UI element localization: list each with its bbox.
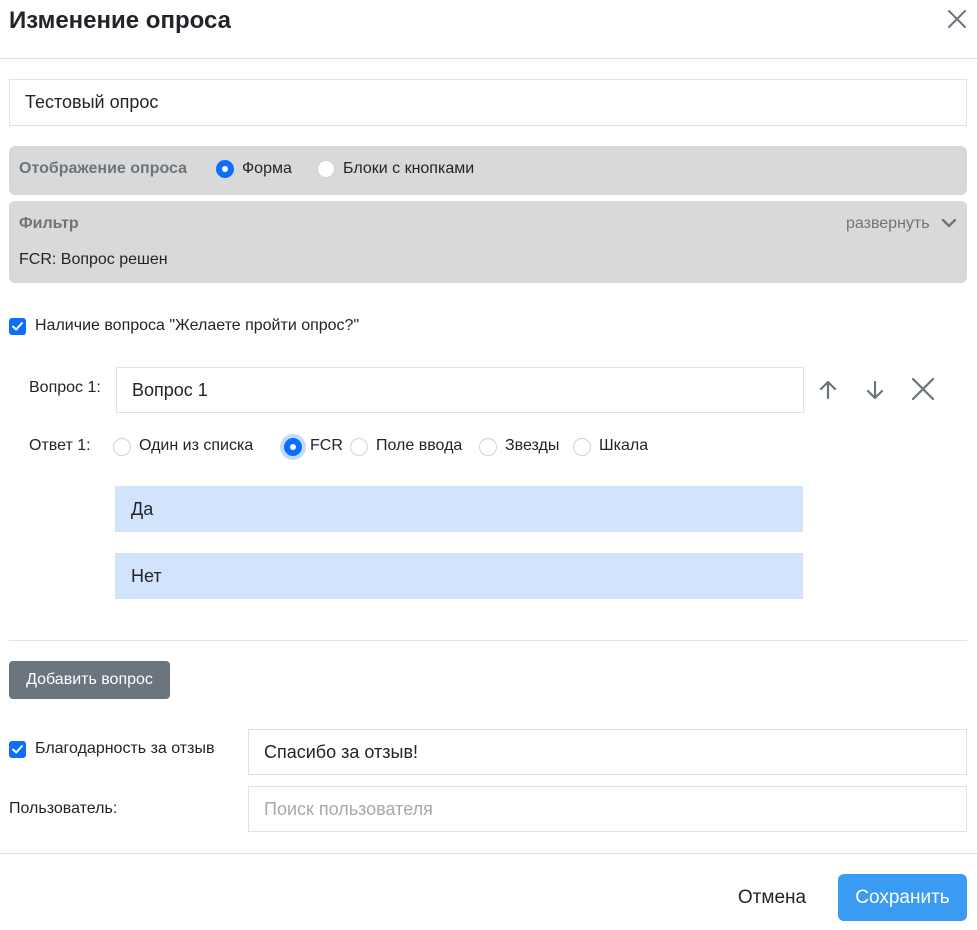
user-label: Пользователь: bbox=[9, 800, 118, 817]
add-question-button[interactable]: Добавить вопрос bbox=[9, 661, 170, 699]
display-mode-blocks-label[interactable]: Блоки с кнопками bbox=[343, 160, 474, 178]
intro-question-checkbox[interactable] bbox=[9, 318, 26, 335]
answer-option[interactable]: Нет bbox=[115, 553, 803, 599]
thanks-input[interactable]: Спасибо за отзыв! bbox=[248, 729, 967, 775]
answer-type-list-radio[interactable] bbox=[113, 438, 131, 456]
close-icon[interactable] bbox=[942, 4, 972, 34]
answer-type-fcr-radio[interactable] bbox=[284, 438, 302, 456]
answer-type-stars-radio[interactable] bbox=[479, 438, 497, 456]
modal-title: Изменение опроса bbox=[9, 7, 231, 34]
question-value: Вопрос 1 bbox=[132, 379, 208, 400]
display-mode-form-label[interactable]: Форма bbox=[242, 160, 292, 178]
thanks-label[interactable]: Благодарность за отзыв bbox=[35, 740, 214, 758]
header-divider bbox=[0, 58, 977, 59]
thanks-value: Спасибо за отзыв! bbox=[264, 741, 419, 762]
save-button[interactable]: Сохранить bbox=[838, 874, 967, 921]
filter-panel bbox=[9, 201, 967, 283]
answer-option-text: Нет bbox=[131, 565, 162, 586]
display-mode-blocks-radio[interactable] bbox=[317, 160, 335, 178]
footer-divider bbox=[0, 853, 977, 854]
answer-type-scale-radio[interactable] bbox=[573, 438, 591, 456]
delete-question-icon[interactable] bbox=[909, 375, 937, 403]
question-label: Вопрос 1: bbox=[29, 379, 101, 396]
filter-expand-link[interactable]: развернуть bbox=[846, 215, 930, 233]
answer-type-input-radio[interactable] bbox=[350, 438, 368, 456]
user-search-placeholder: Поиск пользователя bbox=[264, 798, 433, 819]
intro-question-label[interactable]: Наличие вопроса "Желаете пройти опрос?" bbox=[35, 317, 359, 335]
chevron-down-icon[interactable] bbox=[940, 214, 958, 232]
survey-name-input[interactable]: Тестовый опрос bbox=[9, 79, 967, 126]
question-input[interactable]: Вопрос 1 bbox=[116, 367, 804, 413]
user-search-input[interactable]: Поиск пользователя bbox=[248, 786, 967, 832]
cancel-button[interactable]: Отмена bbox=[726, 874, 818, 921]
survey-name-value: Тестовый опрос bbox=[25, 92, 159, 112]
answer-type-input-label[interactable]: Поле ввода bbox=[376, 437, 462, 455]
answer-option[interactable]: Да bbox=[115, 486, 803, 532]
answer-type-list-label[interactable]: Один из списка bbox=[139, 437, 253, 455]
display-mode-label: Отображение опроса bbox=[19, 160, 188, 177]
arrow-down-icon[interactable] bbox=[861, 376, 889, 404]
arrow-up-icon[interactable] bbox=[814, 376, 842, 404]
answer-option-text: Да bbox=[131, 498, 154, 519]
answer-type-stars-label[interactable]: Звезды bbox=[505, 437, 559, 455]
answer-type-fcr-label[interactable]: FCR bbox=[310, 437, 343, 455]
filter-value: FCR: Вопрос решен bbox=[19, 251, 168, 268]
section-divider bbox=[9, 640, 967, 641]
display-mode-form-radio[interactable] bbox=[216, 160, 234, 178]
filter-label: Фильтр bbox=[19, 215, 79, 232]
thanks-checkbox[interactable] bbox=[9, 741, 26, 758]
answer-label: Ответ 1: bbox=[29, 437, 91, 454]
answer-type-scale-label[interactable]: Шкала bbox=[599, 437, 648, 455]
